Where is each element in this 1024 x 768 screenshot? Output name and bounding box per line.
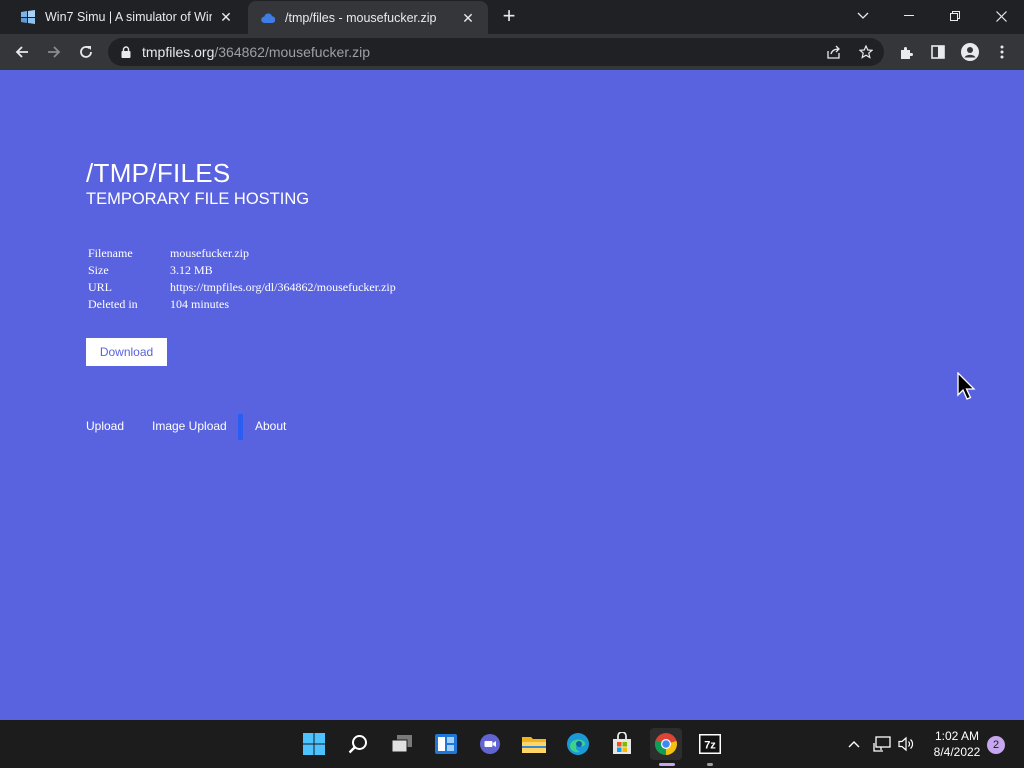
size-label: Size	[88, 263, 109, 277]
search-icon[interactable]	[342, 728, 374, 760]
filename-label: Filename	[88, 246, 133, 260]
back-icon[interactable]	[8, 38, 36, 66]
page-content: /TMP/FILES TEMPORARY FILE HOSTING Filena…	[0, 70, 1024, 720]
file-info-table: Filename mousefucker.zip Size 3.12 MB UR…	[86, 245, 398, 313]
tab-search-icon[interactable]	[840, 0, 886, 32]
lock-icon[interactable]	[119, 45, 133, 59]
tab-strip: Win7 Simu | A simulator of Wind ✕ /tmp/f…	[0, 0, 1024, 35]
size-value: 3.12 MB	[170, 263, 213, 277]
deleted-in-value: 104 minutes	[170, 297, 229, 311]
volume-icon[interactable]	[897, 734, 917, 754]
nav-link-image-upload[interactable]: Image Upload	[152, 419, 227, 433]
svg-text:7z: 7z	[704, 740, 716, 752]
forward-icon[interactable]	[40, 38, 68, 66]
taskbar: 7z 1:02 AM 8/4/2022	[0, 720, 1024, 768]
active-app-indicator	[659, 763, 675, 766]
page-title: /TMP/FILES	[86, 158, 231, 188]
tab-title: /tmp/files - mousefucker.zip	[285, 11, 437, 25]
clock[interactable]: 1:02 AM 8/4/2022	[924, 728, 990, 760]
extensions-icon[interactable]	[892, 38, 920, 66]
close-window-icon[interactable]	[978, 0, 1024, 32]
running-app-indicator	[707, 763, 713, 766]
task-view-icon[interactable]	[386, 728, 418, 760]
table-row: Deleted in 104 minutes	[86, 296, 398, 313]
seven-zip-icon[interactable]: 7z	[694, 728, 726, 760]
table-row: URL https://tmpfiles.org/dl/364862/mouse…	[86, 279, 398, 296]
table-row: Filename mousefucker.zip	[86, 245, 398, 262]
address-bar[interactable]: tmpfiles.org/364862/mousefucker.zip	[108, 38, 884, 66]
deleted-in-label: Deleted in	[88, 297, 138, 311]
windows-logo-icon	[20, 9, 36, 25]
start-button-icon[interactable]	[298, 728, 330, 760]
notification-badge[interactable]: 2	[987, 736, 1005, 754]
bookmark-star-icon[interactable]	[859, 45, 873, 59]
url-host: tmpfiles.org	[142, 44, 215, 60]
nav-divider	[238, 414, 243, 440]
nav-link-about[interactable]: About	[255, 419, 286, 433]
url-text: tmpfiles.org/364862/mousefucker.zip	[142, 44, 370, 60]
url-path: /364862/mousefucker.zip	[214, 44, 371, 60]
close-tab-icon[interactable]: ✕	[218, 9, 234, 25]
minimize-icon[interactable]	[886, 0, 932, 32]
cloud-icon	[260, 10, 276, 26]
close-tab-icon[interactable]: ✕	[460, 10, 476, 26]
teams-chat-icon[interactable]	[474, 728, 506, 760]
url-label: URL	[88, 280, 112, 294]
reload-icon[interactable]	[72, 38, 100, 66]
nav-link-upload[interactable]: Upload	[86, 419, 124, 433]
filename-value: mousefucker.zip	[170, 246, 249, 260]
clock-date: 8/4/2022	[933, 745, 981, 759]
microsoft-store-icon[interactable]	[606, 728, 638, 760]
tab-title: Win7 Simu | A simulator of Wind	[45, 10, 212, 24]
tab-tmpfiles[interactable]: /tmp/files - mousefucker.zip ✕	[248, 1, 488, 35]
new-tab-icon[interactable]: +	[499, 5, 519, 27]
network-icon[interactable]	[872, 734, 892, 754]
share-icon[interactable]	[827, 45, 841, 59]
page-subtitle: TEMPORARY FILE HOSTING	[86, 190, 310, 208]
profile-avatar-icon[interactable]	[956, 38, 984, 66]
chrome-icon[interactable]	[650, 728, 682, 760]
show-hidden-icons-chevron-icon[interactable]	[844, 734, 864, 754]
clock-time: 1:02 AM	[934, 729, 980, 743]
edge-browser-icon[interactable]	[562, 728, 594, 760]
side-panel-icon[interactable]	[924, 38, 952, 66]
mouse-cursor-icon	[957, 371, 977, 405]
download-button[interactable]: Download	[86, 338, 167, 366]
browser-toolbar: tmpfiles.org/364862/mousefucker.zip	[0, 34, 1024, 70]
menu-kebab-icon[interactable]	[988, 38, 1016, 66]
tab-win7-simu[interactable]: Win7 Simu | A simulator of Wind ✕	[8, 0, 246, 34]
file-explorer-icon[interactable]	[518, 728, 550, 760]
table-row: Size 3.12 MB	[86, 262, 398, 279]
restore-icon[interactable]	[932, 0, 978, 32]
url-value: https://tmpfiles.org/dl/364862/mousefuck…	[170, 280, 396, 294]
widgets-icon[interactable]	[430, 728, 462, 760]
